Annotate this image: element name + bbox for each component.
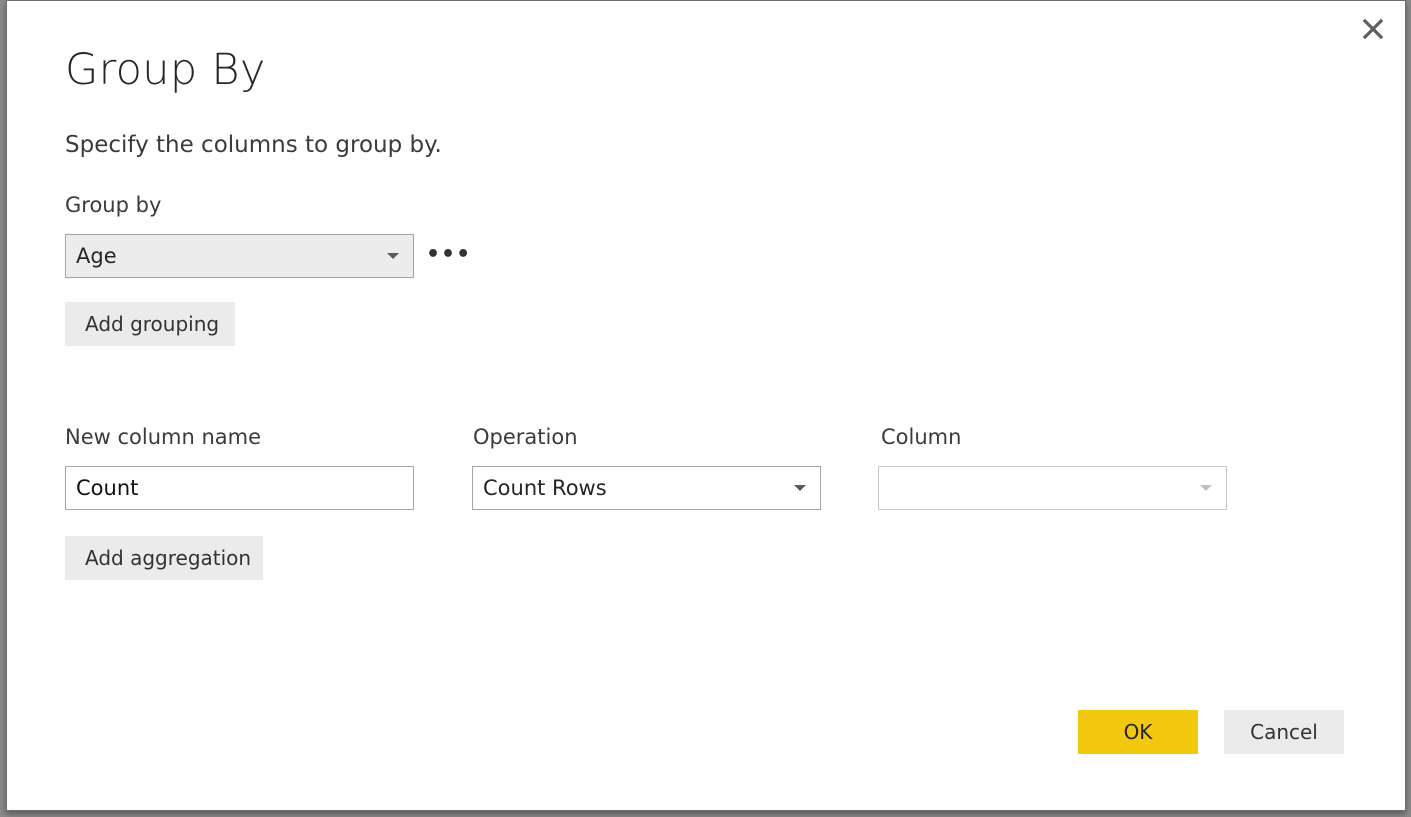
- close-button[interactable]: [1359, 15, 1387, 43]
- operation-select-value: Count Rows: [483, 476, 607, 500]
- chevron-down-icon: [794, 485, 806, 491]
- group-by-dialog: Group By Specify the columns to group by…: [6, 0, 1406, 811]
- new-column-name-input[interactable]: [65, 466, 414, 510]
- group-by-select-value: Age: [76, 244, 117, 268]
- column-select[interactable]: [878, 466, 1227, 510]
- more-options-icon[interactable]: •••: [426, 244, 471, 266]
- add-grouping-button[interactable]: Add grouping: [65, 302, 235, 346]
- dialog-subtitle: Specify the columns to group by.: [65, 132, 442, 158]
- group-by-select[interactable]: Age: [65, 234, 414, 278]
- dialog-title: Group By: [65, 45, 266, 95]
- new-column-name-label: New column name: [65, 425, 262, 449]
- operation-select[interactable]: Count Rows: [472, 466, 821, 510]
- column-label: Column: [881, 425, 962, 449]
- close-icon: [1362, 18, 1384, 40]
- add-aggregation-button[interactable]: Add aggregation: [65, 536, 263, 580]
- chevron-down-icon: [1200, 485, 1212, 491]
- group-by-label: Group by: [65, 193, 162, 217]
- ok-button[interactable]: OK: [1078, 710, 1198, 754]
- chevron-down-icon: [387, 253, 399, 259]
- cancel-button[interactable]: Cancel: [1224, 710, 1344, 754]
- operation-label: Operation: [473, 425, 578, 449]
